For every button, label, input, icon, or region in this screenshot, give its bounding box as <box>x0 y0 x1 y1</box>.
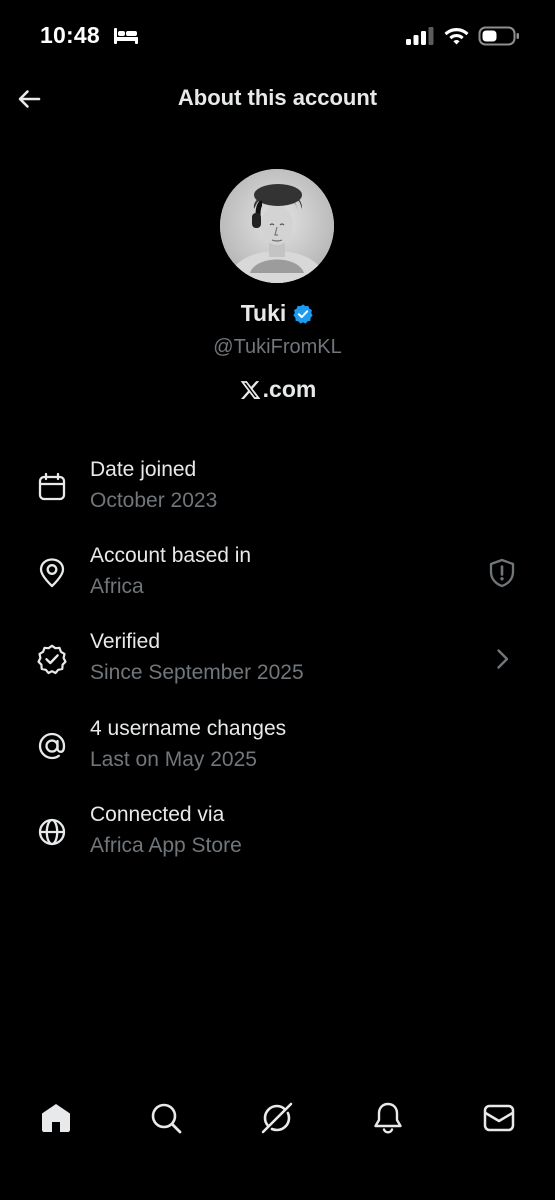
detail-subtitle: Last on May 2025 <box>90 748 257 771</box>
status-time: 10:48 <box>40 22 100 48</box>
shield-alert-icon[interactable] <box>486 557 518 589</box>
detail-subtitle: Africa <box>90 575 144 598</box>
detail-title: Account based in <box>90 544 252 567</box>
detail-title: 4 username changes <box>90 717 287 740</box>
globe-icon <box>38 818 66 846</box>
detail-title: Date joined <box>90 458 197 481</box>
detail-title: Verified <box>90 630 161 653</box>
battery-icon <box>478 26 519 46</box>
detail-date-joined: Date joined October 2023 <box>0 454 555 526</box>
location-pin-icon <box>39 558 65 588</box>
detail-subtitle: October 2023 <box>90 489 218 512</box>
at-sign-icon <box>38 732 66 760</box>
site-link[interactable]: .com <box>0 376 555 403</box>
home-icon[interactable] <box>38 1100 74 1136</box>
site-name: .com <box>262 376 317 402</box>
header: About this account <box>0 72 555 128</box>
verified-badge-icon <box>293 303 313 324</box>
search-icon[interactable] <box>148 1100 184 1136</box>
messages-envelope-icon[interactable] <box>481 1100 517 1136</box>
detail-verified[interactable]: Verified Since September 2025 <box>0 626 555 698</box>
page-title: About this account <box>177 85 378 110</box>
wifi-icon <box>444 28 469 45</box>
calendar-icon <box>38 472 66 501</box>
display-name-row: Tuki <box>0 300 555 327</box>
chevron-right-icon <box>497 649 509 669</box>
detail-subtitle: Africa App Store <box>90 834 242 857</box>
avatar-image <box>220 169 334 283</box>
detail-username-changes: 4 username changes Last on May 2025 <box>0 713 555 785</box>
grok-icon[interactable] <box>259 1100 295 1136</box>
avatar[interactable] <box>220 169 334 283</box>
detail-title: Connected via <box>90 803 225 826</box>
detail-connected-via: Connected via Africa App Store <box>0 799 555 871</box>
status-bar: 10:48 <box>0 0 555 72</box>
display-name: Tuki <box>240 300 287 326</box>
cellular-signal-icon <box>406 27 434 45</box>
detail-account-based-in: Account based in Africa <box>0 540 555 612</box>
bottom-nav <box>0 1090 555 1146</box>
verified-seal-icon <box>37 644 67 675</box>
detail-subtitle: Since September 2025 <box>90 661 304 684</box>
x-logo-icon <box>240 380 261 399</box>
notifications-bell-icon[interactable] <box>370 1100 406 1136</box>
username: @TukiFromKL <box>213 336 342 358</box>
bed-icon <box>114 28 138 44</box>
